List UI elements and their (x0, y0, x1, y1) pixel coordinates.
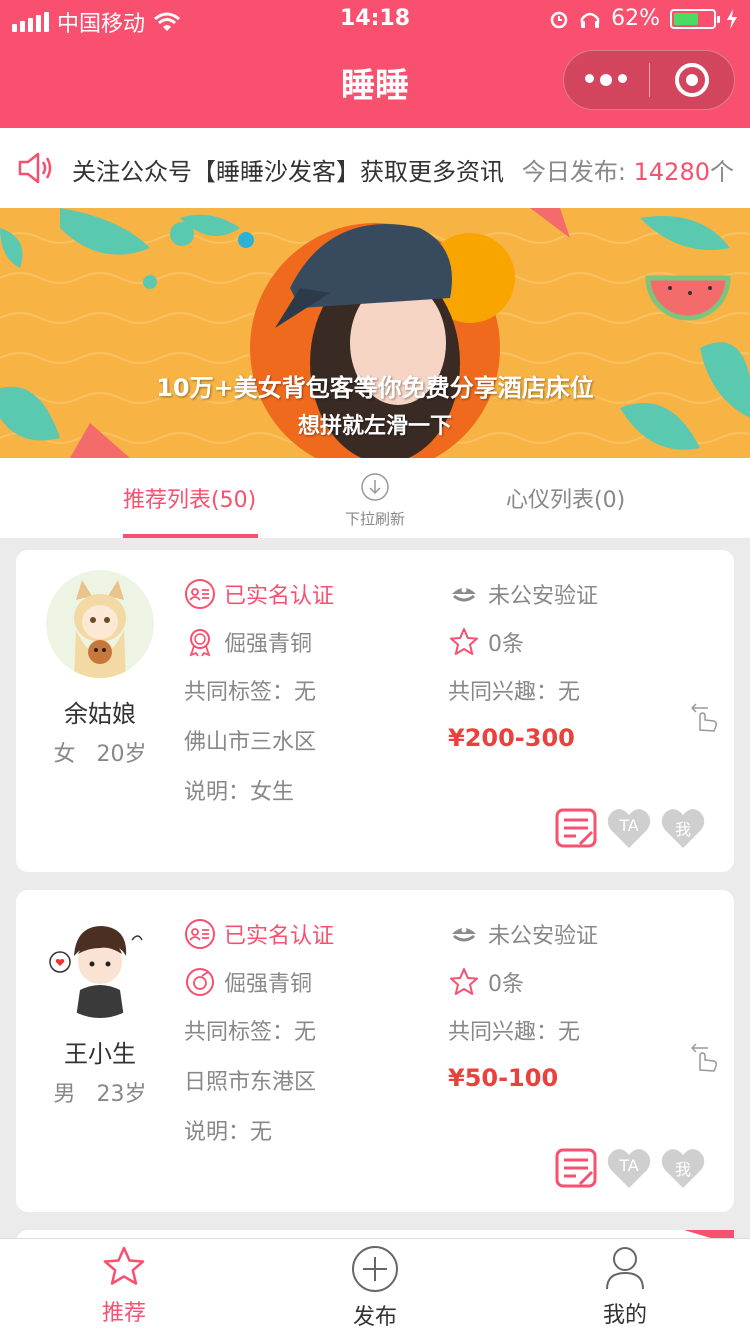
like-ta-label: TA (619, 816, 639, 835)
common-interests: 共同兴趣：无 (448, 1020, 581, 1045)
more-menu-button[interactable] (564, 74, 649, 86)
user-gender-age: 女 20岁 (36, 736, 164, 768)
notice-text: 关注公众号【睡睡沙发客】获取更多资讯 (72, 158, 504, 186)
police-status: 未公安验证 (448, 918, 598, 950)
alarm-icon (550, 11, 568, 28)
verified-status: 已实名认证 (184, 578, 334, 610)
level-label: 倔强青铜 (224, 632, 313, 657)
promo-banner[interactable]: 10万+美女背包客等你免费分享酒店床位 想拼就左滑一下 (0, 208, 750, 458)
battery-icon (670, 8, 720, 29)
common-tags: 共同标签：无 (184, 1020, 317, 1045)
user-age: 20岁 (96, 742, 147, 767)
swipe-hand-icon[interactable] (688, 1038, 720, 1074)
like-me-button[interactable]: 我 (660, 806, 706, 850)
like-ta-button[interactable]: TA (606, 1146, 652, 1190)
user-level: 倔强青铜 (184, 966, 312, 998)
tabbar-recommend[interactable]: 推荐 (64, 1245, 184, 1327)
user-note: 说明：女生 (184, 780, 295, 805)
star-icon (450, 968, 478, 995)
top-bar: 中国移动 14:18 62% 睡睡 (0, 0, 750, 128)
tabbar-mine-label: 我的 (602, 1303, 647, 1328)
avatar[interactable] (46, 910, 154, 1018)
police-status: 未公安验证 (448, 578, 598, 610)
price-range: ¥50-100 (448, 1064, 559, 1092)
list-tabs: 推荐列表(50) 下拉刷新 心仪列表(0) (0, 458, 750, 538)
police-cap-icon (452, 927, 476, 942)
speaker-icon (18, 152, 52, 184)
review-count: 0条 (448, 626, 524, 658)
verified-label: 已实名认证 (224, 924, 335, 949)
review-count-label: 0条 (488, 632, 524, 657)
price-range: ¥200-300 (448, 724, 575, 752)
police-cap-icon (452, 587, 476, 602)
user-level: 倔强青铜 (184, 626, 312, 658)
banner-subline: 想拼就左滑一下 (297, 414, 452, 439)
medal-icon (189, 629, 211, 657)
active-tab-indicator (123, 534, 258, 538)
status-bar: 中国移动 14:18 62% (0, 0, 750, 40)
like-me-label: 我 (674, 1160, 691, 1179)
target-icon (674, 63, 709, 97)
user-card[interactable]: 余姑娘 女 20岁 已实名认证 未公安验证 倔强青铜 0条 共同标签：无 共同兴… (16, 550, 734, 872)
charging-icon (727, 8, 737, 29)
user-location: 佛山市三水区 (184, 730, 317, 755)
id-card-icon (185, 579, 215, 609)
daily-count-label: 今日发布: (521, 158, 626, 186)
verified-status: 已实名认证 (184, 918, 334, 950)
mini-program-capsule (563, 50, 735, 110)
user-name: 王小生 (64, 1040, 136, 1068)
user-icon (606, 1247, 644, 1290)
close-program-button[interactable] (650, 63, 735, 97)
tabbar-publish-label: 发布 (352, 1305, 397, 1330)
battery-percent: 62% (611, 6, 660, 31)
user-gender-age: 男 23岁 (36, 1076, 164, 1108)
police-label: 未公安验证 (488, 584, 599, 609)
card-actions: TA 我 (554, 806, 706, 850)
note-icon[interactable] (554, 806, 598, 850)
daily-count: 今日发布: 14280个 (522, 152, 734, 187)
review-count: 0条 (448, 966, 524, 998)
level-label: 倔强青铜 (224, 972, 313, 997)
refresh-label: 下拉刷新 (344, 510, 405, 528)
bottom-tab-bar: 推荐 发布 我的 (0, 1238, 750, 1334)
card-actions: TA 我 (554, 1146, 706, 1190)
badge-icon (186, 968, 214, 996)
common-tags: 共同标签：无 (184, 680, 317, 705)
notice-bar[interactable]: 关注公众号【睡睡沙发客】获取更多资讯 今日发布: 14280个 (0, 128, 750, 208)
tabbar-publish[interactable]: 发布 (315, 1245, 435, 1331)
like-me-button[interactable]: 我 (660, 1146, 706, 1190)
like-me-label: 我 (674, 820, 691, 839)
user-name: 余姑娘 (64, 700, 136, 728)
tab-favorites[interactable]: 心仪列表(0) (506, 482, 625, 514)
user-age: 23岁 (96, 1082, 147, 1107)
user-gender: 男 (53, 1082, 76, 1107)
swipe-hand-icon[interactable] (688, 698, 720, 734)
user-card[interactable]: 王小生 男 23岁 已实名认证 未公安验证 倔强青铜 0条 共同标签：无 共同兴… (16, 890, 734, 1212)
plus-circle-icon (352, 1246, 398, 1292)
star-icon (103, 1246, 145, 1285)
user-note: 说明：无 (184, 1120, 273, 1145)
user-location: 日照市东港区 (184, 1070, 317, 1095)
pull-refresh-hint[interactable]: 下拉刷新 (330, 472, 420, 529)
star-icon (450, 628, 478, 655)
tabbar-recommend-label: 推荐 (101, 1301, 146, 1326)
avatar[interactable] (46, 570, 154, 678)
police-label: 未公安验证 (488, 924, 599, 949)
verified-label: 已实名认证 (224, 584, 335, 609)
tabbar-mine[interactable]: 我的 (565, 1245, 685, 1329)
tab-recommend[interactable]: 推荐列表(50) (123, 482, 256, 514)
daily-count-value: 14280 (633, 158, 710, 186)
note-icon[interactable] (554, 1146, 598, 1190)
arrow-down-circle-icon (361, 473, 389, 501)
like-ta-button[interactable]: TA (606, 806, 652, 850)
daily-count-unit: 个 (710, 158, 734, 186)
common-interests: 共同兴趣：无 (448, 680, 581, 705)
user-gender: 女 (53, 742, 76, 767)
headphones-icon (580, 12, 600, 28)
like-ta-label: TA (619, 1156, 639, 1175)
banner-headline: 10万+美女背包客等你免费分享酒店床位 (156, 374, 594, 402)
review-count-label: 0条 (488, 972, 524, 997)
id-card-icon (185, 919, 215, 949)
